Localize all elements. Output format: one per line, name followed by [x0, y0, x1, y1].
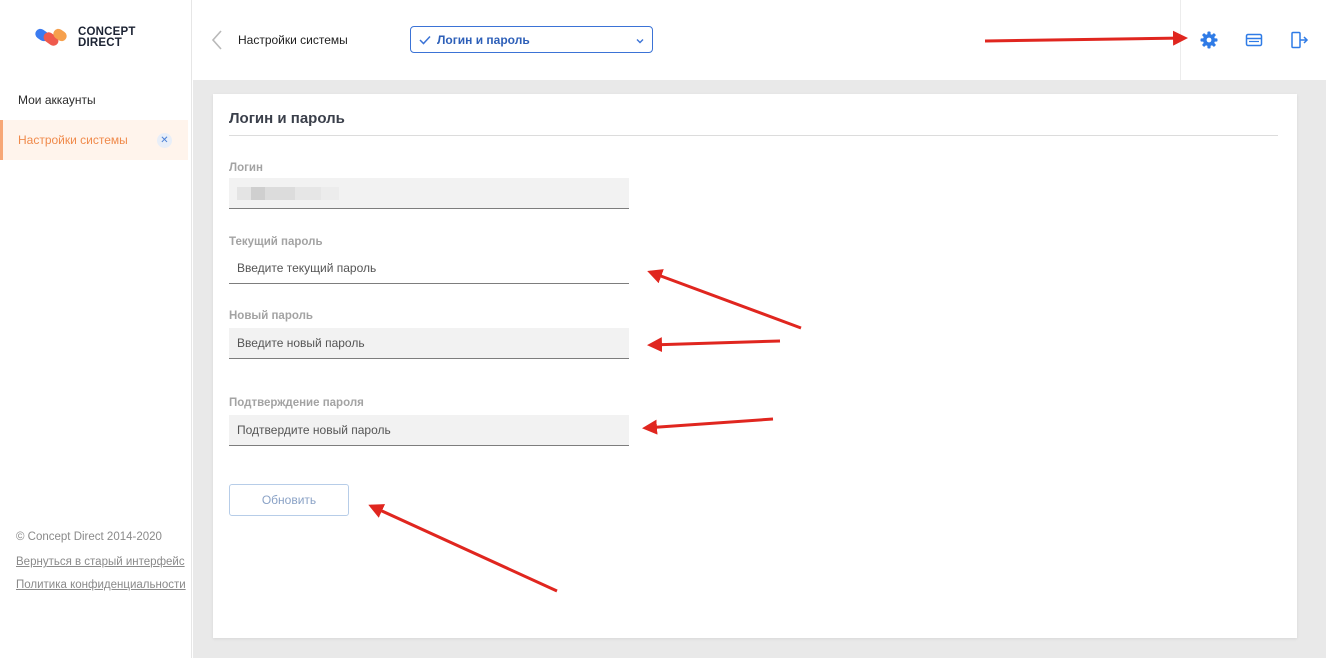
- logout-icon[interactable]: [1289, 30, 1309, 50]
- login-value-redacted: [237, 186, 339, 200]
- logo[interactable]: CONCEPT DIRECT: [33, 26, 136, 49]
- current-password-label: Текущий пароль: [229, 236, 323, 248]
- card-divider: [229, 135, 1278, 136]
- back-button[interactable]: [209, 28, 225, 52]
- new-password-label: Новый пароль: [229, 310, 313, 322]
- old-interface-link[interactable]: Вернуться в старый интерфейс: [16, 555, 186, 569]
- confirm-password-input[interactable]: [237, 423, 629, 437]
- card-title: Логин и пароль: [229, 110, 345, 127]
- sidebar-item-system-settings[interactable]: Настройки системы ✕: [0, 120, 188, 160]
- chevron-left-icon: [211, 30, 222, 50]
- select-value: Логин и пароль: [437, 32, 530, 47]
- wallet-icon[interactable]: [1244, 30, 1264, 50]
- page-title: Настройки системы: [238, 33, 348, 47]
- section-select[interactable]: Логин и пароль: [410, 26, 653, 53]
- logo-text: CONCEPT DIRECT: [78, 26, 136, 49]
- sidebar-item-label: Настройки системы: [18, 133, 128, 147]
- new-password-input[interactable]: [237, 336, 629, 350]
- header: Настройки системы Логин и пароль: [193, 0, 1326, 80]
- confirm-password-label: Подтверждение пароля: [229, 397, 364, 409]
- privacy-link[interactable]: Политика конфиденциальности: [16, 578, 186, 592]
- close-icon[interactable]: ✕: [157, 133, 172, 148]
- check-icon: [419, 35, 431, 45]
- sidebar-footer: © Concept Direct 2014-2020 Вернуться в с…: [16, 531, 186, 601]
- confirm-password-field[interactable]: [229, 415, 629, 446]
- login-label: Логин: [229, 162, 263, 174]
- current-password-field[interactable]: [229, 253, 629, 284]
- gear-icon[interactable]: [1199, 30, 1219, 50]
- sidebar-item-accounts[interactable]: Мои аккаунты: [0, 80, 188, 120]
- chevron-down-icon: [635, 35, 645, 49]
- current-password-input[interactable]: [237, 261, 629, 275]
- update-button[interactable]: Обновить: [229, 484, 349, 516]
- copyright: © Concept Direct 2014-2020: [16, 531, 162, 543]
- sidebar: CONCEPT DIRECT Мои аккаунты Настройки си…: [0, 0, 192, 658]
- login-field: [229, 178, 629, 209]
- login-password-card: Логин и пароль Логин Текущий пароль Новы…: [213, 94, 1297, 638]
- new-password-field[interactable]: [229, 328, 629, 359]
- header-divider: [1180, 0, 1181, 80]
- sidebar-item-label: Мои аккаунты: [18, 93, 96, 107]
- logo-icon: [35, 28, 67, 46]
